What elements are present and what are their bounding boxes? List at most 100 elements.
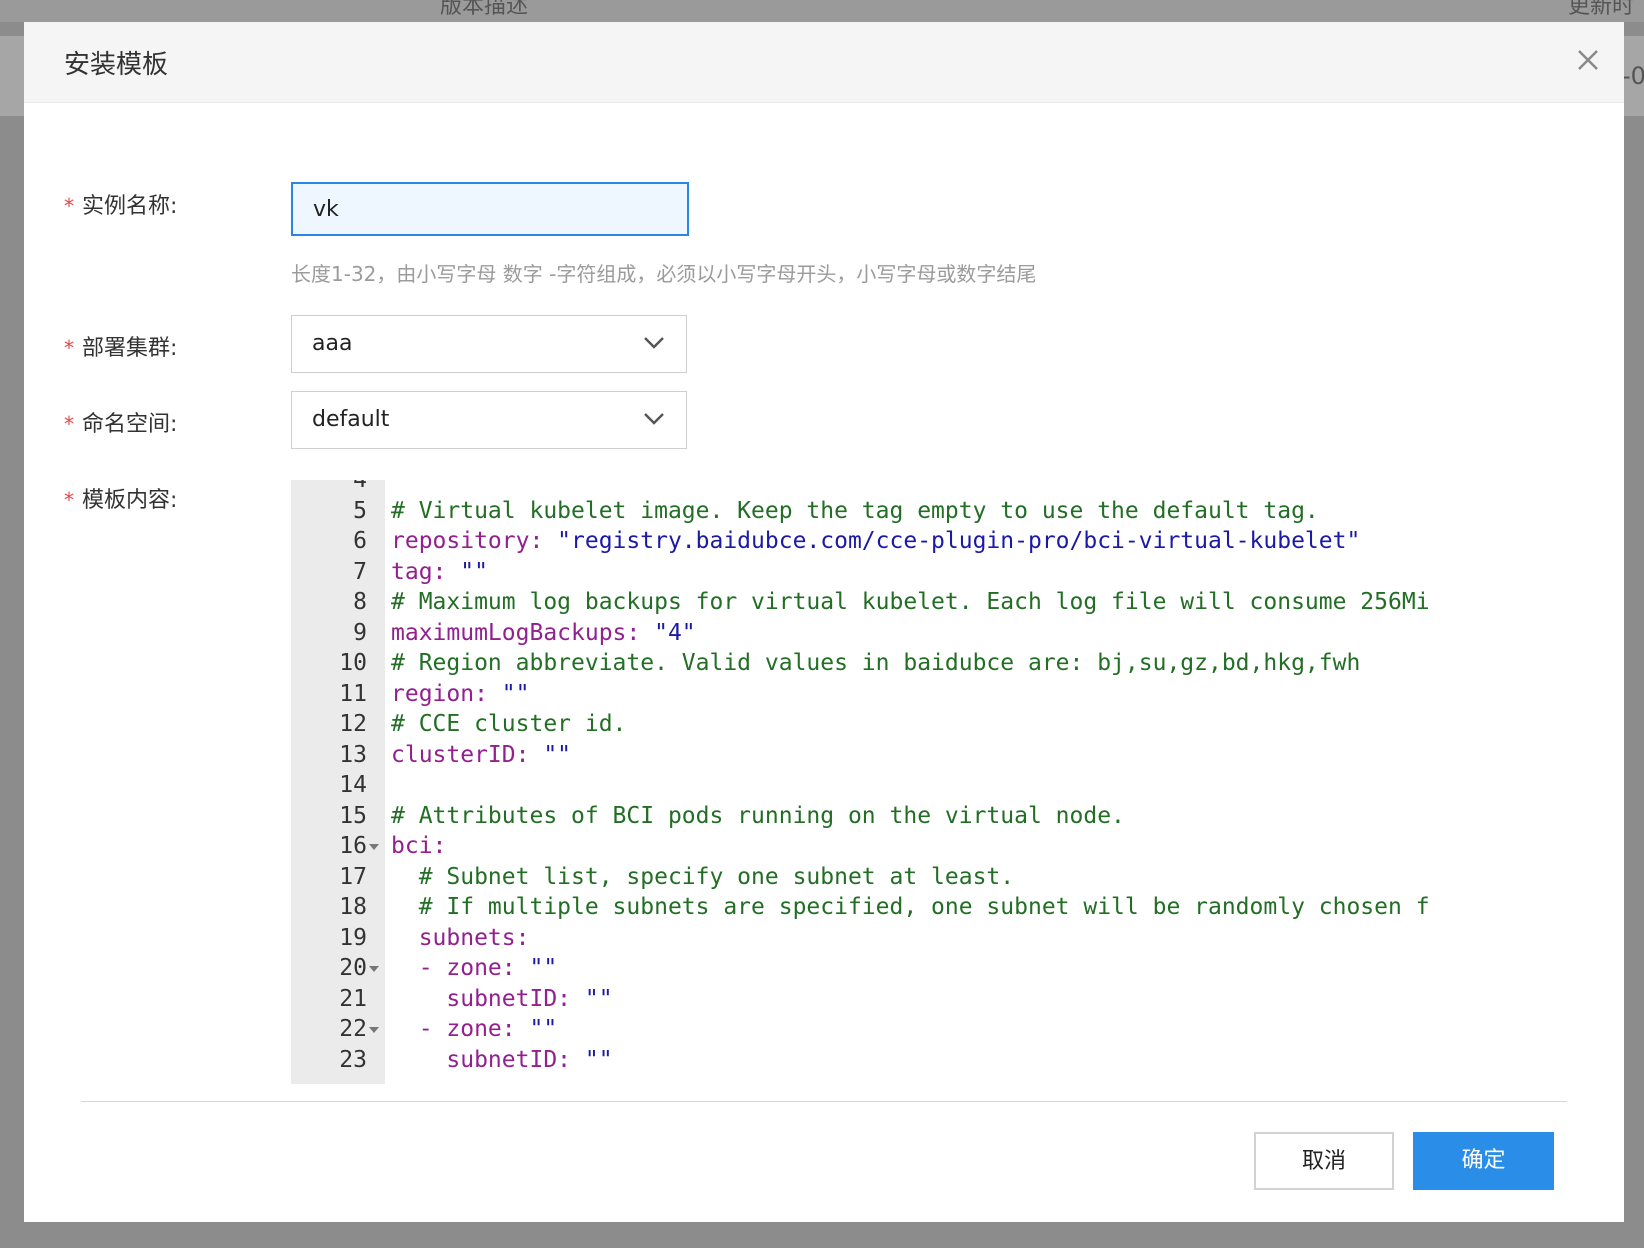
code-token: # CCE cluster id. xyxy=(391,711,627,737)
namespace-select[interactable]: default xyxy=(291,391,687,449)
code-token: bci: xyxy=(391,833,447,859)
code-text: # Maximum log backups for virtual kubele… xyxy=(391,587,1430,618)
code-text: # Region abbreviate. Valid values in bai… xyxy=(391,648,1360,679)
line-number: 20 xyxy=(339,955,367,981)
code-text: clusterID: "" xyxy=(391,740,571,771)
instance-name-label: * 实例名称: xyxy=(64,188,177,220)
code-token: # Region abbreviate. Valid values in bai… xyxy=(391,650,1361,676)
code-token: # Maximum log backups for virtual kubele… xyxy=(391,589,1430,615)
background-page xyxy=(0,0,1644,22)
close-icon xyxy=(1578,50,1598,70)
code-line: 4 xyxy=(291,480,1491,496)
required-mark: * xyxy=(64,336,74,360)
line-number: 18 xyxy=(339,894,367,920)
code-token: - zone: xyxy=(391,1016,530,1042)
code-text: maximumLogBackups: "4" xyxy=(391,618,696,649)
code-line: 10 # Region abbreviate. Valid values in b… xyxy=(291,648,1491,679)
install-template-dialog: 安装模板 * 实例名称: 长度1-32，由小写字母 数字 -字符组成，必须以小写字… xyxy=(24,22,1624,1222)
code-line: 6 repository: "registry.baidubce.com/cce-… xyxy=(291,526,1491,557)
template-code-editor[interactable]: 4 5 # Virtual kubelet image. Keep the tag … xyxy=(291,480,1491,1084)
code-text: subnetID: "" xyxy=(391,984,613,1015)
namespace-label-text: 命名空间: xyxy=(82,412,178,437)
fold-arrow-icon[interactable] xyxy=(369,1027,379,1033)
code-text: region: "" xyxy=(391,679,529,710)
line-number: 11 xyxy=(339,680,367,707)
code-token: subnetID: xyxy=(391,1046,585,1073)
code-text: subnets: xyxy=(391,923,530,954)
code-token: "4" xyxy=(654,619,696,646)
close-button[interactable] xyxy=(1570,42,1606,78)
line-number: 5 xyxy=(353,497,367,524)
namespace-selected-value: default xyxy=(312,407,390,432)
code-text: # CCE cluster id. xyxy=(391,709,626,740)
code-line: 13 clusterID: "" xyxy=(291,740,1491,771)
code-line: 7 tag: "" xyxy=(291,557,1491,588)
line-number: 14 xyxy=(339,772,367,798)
code-token: clusterID: xyxy=(391,741,544,768)
cluster-label: * 部署集群: xyxy=(64,330,177,362)
instance-name-input[interactable] xyxy=(291,182,689,236)
line-number: 19 xyxy=(339,924,367,951)
code-token: "" xyxy=(584,985,613,1012)
code-line: 9 maximumLogBackups: "4" xyxy=(291,618,1491,649)
code-text: # Attributes of BCI pods running on the … xyxy=(391,801,1125,832)
code-line: 14 xyxy=(291,770,1491,801)
required-mark: * xyxy=(64,412,74,436)
template-label: * 模板内容: xyxy=(64,482,177,514)
chevron-down-icon xyxy=(644,413,664,425)
code-token: "" xyxy=(584,1046,613,1073)
fold-arrow-icon[interactable] xyxy=(369,844,379,850)
code-token: subnets: xyxy=(391,924,530,951)
fold-arrow-icon[interactable] xyxy=(369,966,379,972)
background-column-header: 更新时 xyxy=(1568,0,1635,19)
code-token: repository: xyxy=(391,528,558,554)
background-cell-text: -0 xyxy=(1622,62,1644,90)
code-token: # Subnet list, specify one subnet at lea… xyxy=(391,863,1015,890)
dialog-header: 安装模板 xyxy=(24,22,1624,103)
code-text: subnetID: "" xyxy=(391,1045,613,1076)
line-number: 9 xyxy=(353,619,367,646)
namespace-label: * 命名空间: xyxy=(64,406,177,438)
code-token: "" xyxy=(529,1016,558,1042)
cancel-button[interactable]: 取消 xyxy=(1254,1132,1394,1190)
line-number: 4 xyxy=(353,480,367,493)
code-token: # If multiple subnets are specified, one… xyxy=(391,894,1430,920)
line-number: 22 xyxy=(339,1016,367,1042)
cluster-select[interactable]: aaa xyxy=(291,315,687,373)
code-text: bci: xyxy=(391,831,446,862)
code-line: 21 subnetID: "" xyxy=(291,984,1491,1015)
confirm-button[interactable]: 确定 xyxy=(1413,1132,1554,1190)
line-number: 17 xyxy=(339,863,367,890)
line-number: 6 xyxy=(353,528,367,554)
code-line: 8 # Maximum log backups for virtual kubel… xyxy=(291,587,1491,618)
code-line: 12 # CCE cluster id. xyxy=(291,709,1491,740)
code-text: tag: "" xyxy=(391,557,488,588)
line-number: 23 xyxy=(339,1046,367,1073)
code-token: subnetID: xyxy=(391,985,585,1012)
code-text: repository: "registry.baidubce.com/cce-p… xyxy=(391,526,1360,557)
code-line: 17 # Subnet list, specify one subnet at … xyxy=(291,862,1491,893)
code-token: "registry.baidubce.com/cce-plugin-pro/bc… xyxy=(557,528,1361,554)
template-label-text: 模板内容: xyxy=(82,488,178,513)
code-token: "" xyxy=(501,680,530,707)
line-number: 21 xyxy=(339,985,367,1012)
background-column-header: 版本描述 xyxy=(440,0,529,19)
code-token: # Attributes of BCI pods running on the … xyxy=(391,802,1125,829)
code-line: 18 # If multiple subnets are specified, … xyxy=(291,892,1491,923)
code-text: # Subnet list, specify one subnet at lea… xyxy=(391,862,1014,893)
code-text: - zone: "" xyxy=(391,1014,558,1045)
line-number: 10 xyxy=(339,650,367,676)
instance-name-hint: 长度1-32，由小写字母 数字 -字符组成，必须以小写字母开头，小写字母或数字结… xyxy=(291,262,1037,286)
code-token: "" xyxy=(543,741,572,768)
required-mark: * xyxy=(64,194,74,218)
code-token: region: xyxy=(391,680,502,707)
line-number: 7 xyxy=(353,558,367,585)
required-mark: * xyxy=(64,488,74,512)
code-text: # If multiple subnets are specified, one… xyxy=(391,892,1430,923)
dialog-title: 安装模板 xyxy=(64,50,169,80)
code-token: maximumLogBackups: xyxy=(391,619,655,646)
code-line: 5 # Virtual kubelet image. Keep the tag e… xyxy=(291,496,1491,527)
line-number: 12 xyxy=(339,711,367,737)
cluster-selected-value: aaa xyxy=(312,331,353,356)
code-text: - zone: "" xyxy=(391,953,558,984)
